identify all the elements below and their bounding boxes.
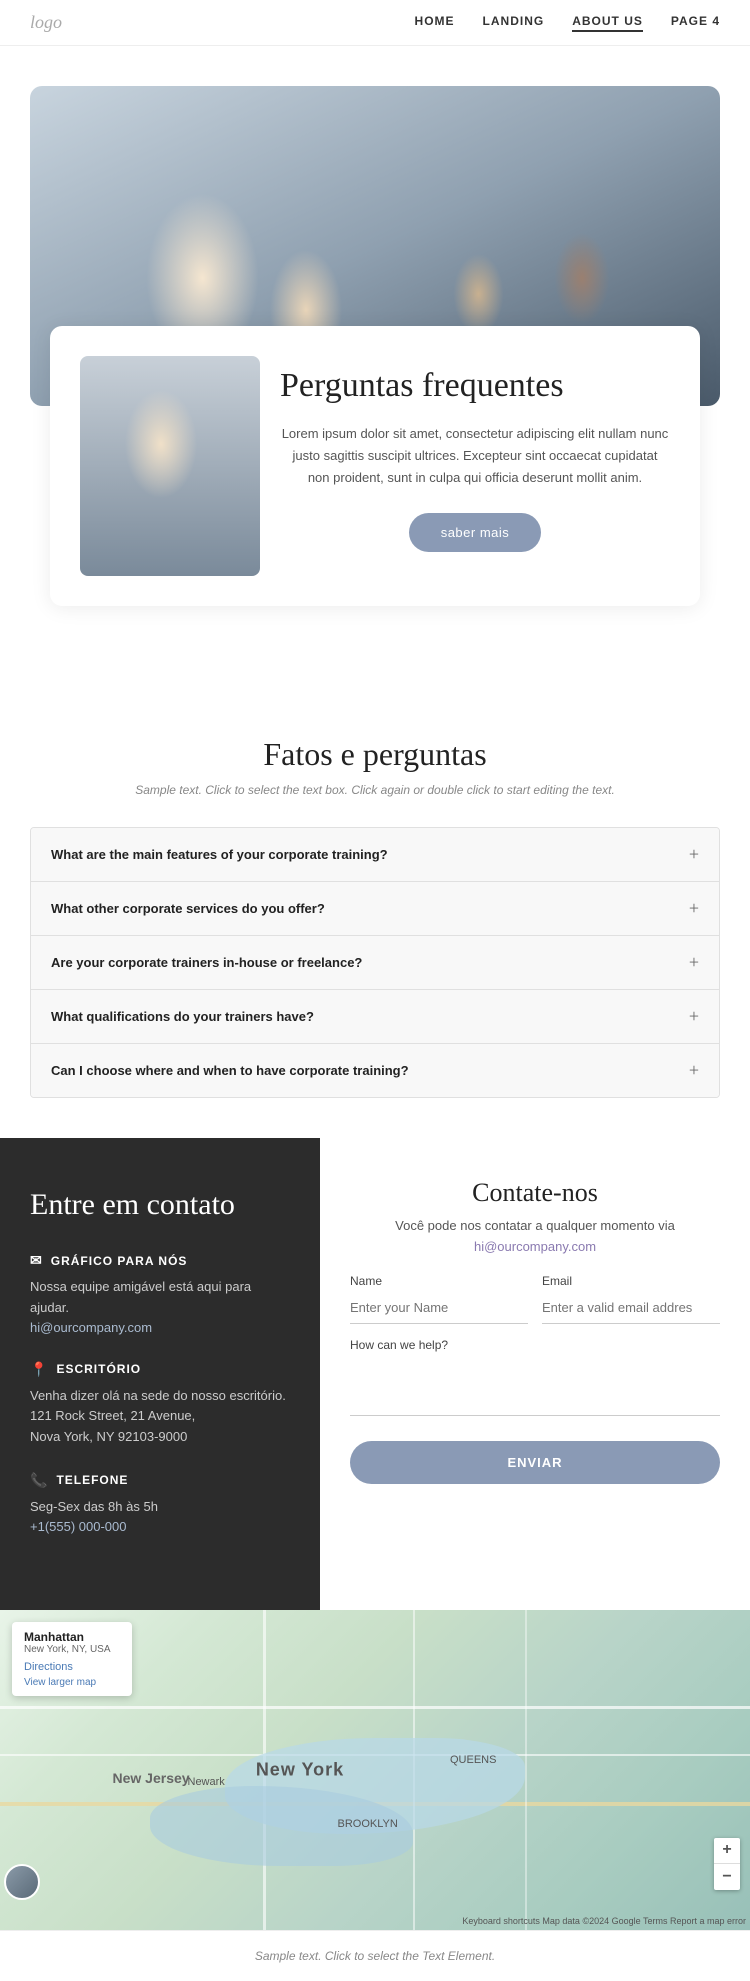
contact-phone-item: 📞 TELEFONE Seg-Sex das 8h às 5h +1(555) … <box>30 1472 290 1536</box>
hero-cta-button[interactable]: saber mais <box>409 513 542 552</box>
map-road <box>0 1706 750 1709</box>
map-copyright: Keyboard shortcuts Map data ©2024 Google… <box>462 1916 746 1926</box>
faq-expand-icon-5: + <box>689 1060 699 1081</box>
contact-help-group: How can we help? <box>350 1338 720 1421</box>
contact-phone-number[interactable]: +1(555) 000-000 <box>30 1519 127 1534</box>
faq-expand-icon-4: + <box>689 1006 699 1027</box>
faq-question-1: What are the main features of your corpo… <box>51 847 388 862</box>
map-road <box>525 1610 527 1930</box>
map-infobox-title: Manhattan <box>24 1630 120 1644</box>
contact-email-label: Email <box>542 1274 720 1288</box>
faq-item-1[interactable]: What are the main features of your corpo… <box>31 828 719 882</box>
map-zoom-out-button[interactable]: − <box>714 1864 740 1890</box>
footer-text: Sample text. Click to select the Text El… <box>255 1949 495 1963</box>
hero-section: Perguntas frequentes Lorem ipsum dolor s… <box>0 46 750 666</box>
nav-about[interactable]: ABOUT US <box>572 14 643 32</box>
contact-graphic-label: ✉ GRÁFICO PARA NÓS <box>30 1252 290 1269</box>
contact-office-item: 📍 ESCRITÓRIO Venha dizer olá na sede do … <box>30 1361 290 1448</box>
contact-section: Entre em contato ✉ GRÁFICO PARA NÓS Noss… <box>0 1138 750 1610</box>
nav-home[interactable]: HOME <box>415 14 455 32</box>
footer: Sample text. Click to select the Text El… <box>0 1930 750 1981</box>
contact-name-group: Name <box>350 1274 528 1324</box>
faq-list: What are the main features of your corpo… <box>30 827 720 1098</box>
faq-question-5: Can I choose where and when to have corp… <box>51 1063 409 1078</box>
faq-question-2: What other corporate services do you off… <box>51 901 325 916</box>
hero-small-photo <box>80 356 260 576</box>
contact-name-label: Name <box>350 1274 528 1288</box>
faq-expand-icon-2: + <box>689 898 699 919</box>
faq-item-4[interactable]: What qualifications do your trainers hav… <box>31 990 719 1044</box>
envelope-icon: ✉ <box>30 1252 43 1269</box>
contact-office-text: Venha dizer olá na sede do nosso escritó… <box>30 1386 290 1448</box>
faq-section: Fatos e perguntas Sample text. Click to … <box>0 666 750 1138</box>
map-infobox-subtitle: New York, NY, USA <box>24 1644 120 1655</box>
contact-left: Entre em contato ✉ GRÁFICO PARA NÓS Noss… <box>0 1138 320 1610</box>
hero-text: Perguntas frequentes Lorem ipsum dolor s… <box>280 356 670 552</box>
contact-name-email-row: Name Email <box>350 1274 720 1324</box>
faq-item-3[interactable]: Are your corporate trainers in-house or … <box>31 936 719 990</box>
map-label-nj: New Jersey <box>113 1770 190 1786</box>
contact-submit-button[interactable]: ENVIAR <box>350 1441 720 1484</box>
contact-form-panel: Contate-nos Você pode nos contatar a qua… <box>320 1138 750 1610</box>
hero-title: Perguntas frequentes <box>280 366 670 407</box>
map-label-queens: QUEENS <box>450 1754 496 1766</box>
map-view-larger[interactable]: View larger map <box>24 1677 120 1688</box>
contact-phone-label: 📞 TELEFONE <box>30 1472 290 1489</box>
nav-landing[interactable]: LANDING <box>483 14 545 32</box>
faq-item-2[interactable]: What other corporate services do you off… <box>31 882 719 936</box>
phone-icon: 📞 <box>30 1472 48 1489</box>
faq-question-4: What qualifications do your trainers hav… <box>51 1009 314 1024</box>
map-zoom-in-button[interactable]: + <box>714 1838 740 1864</box>
map-label-newark: Newark <box>188 1776 225 1788</box>
contact-right-email[interactable]: hi@ourcompany.com <box>350 1239 720 1254</box>
contact-phone-hours: Seg-Sex das 8h às 5h <box>30 1497 290 1518</box>
hero-content-box: Perguntas frequentes Lorem ipsum dolor s… <box>50 326 700 606</box>
map-directions-button[interactable]: Directions <box>24 1661 120 1673</box>
faq-expand-icon-3: + <box>689 952 699 973</box>
map-section: New York New Jersey BROOKLYN QUEENS Newa… <box>0 1610 750 1930</box>
map-label-brooklyn: BROOKLYN <box>338 1818 398 1830</box>
nav-page4[interactable]: PAGE 4 <box>671 14 720 32</box>
faq-item-5[interactable]: Can I choose where and when to have corp… <box>31 1044 719 1097</box>
contact-office-label: 📍 ESCRITÓRIO <box>30 1361 290 1378</box>
map-label-newyork: New York <box>256 1759 344 1780</box>
contact-help-label: How can we help? <box>350 1338 720 1352</box>
contact-right-subtitle: Você pode nos contatar a qualquer moment… <box>350 1218 720 1233</box>
hero-description: Lorem ipsum dolor sit amet, consectetur … <box>280 423 670 489</box>
map-infobox: Manhattan New York, NY, USA Directions V… <box>12 1622 132 1696</box>
logo[interactable]: logo <box>30 12 62 33</box>
contact-graphic-text: Nossa equipe amigável está aqui para aju… <box>30 1277 290 1319</box>
nav-links: HOME LANDING ABOUT US PAGE 4 <box>415 14 720 32</box>
contact-email-group: Email <box>542 1274 720 1324</box>
contact-graphic-item: ✉ GRÁFICO PARA NÓS Nossa equipe amigável… <box>30 1252 290 1337</box>
contact-left-title: Entre em contato <box>30 1188 290 1222</box>
contact-right-title: Contate-nos <box>350 1178 720 1208</box>
map-zoom-controls: + − <box>714 1838 740 1890</box>
contact-help-input[interactable] <box>350 1356 720 1416</box>
contact-email-input[interactable] <box>542 1292 720 1324</box>
location-icon: 📍 <box>30 1361 48 1378</box>
faq-title: Fatos e perguntas <box>30 736 720 773</box>
contact-graphic-email[interactable]: hi@ourcompany.com <box>30 1320 152 1335</box>
contact-name-input[interactable] <box>350 1292 528 1324</box>
map-street-view-thumbnail[interactable] <box>4 1864 40 1900</box>
faq-subtitle: Sample text. Click to select the text bo… <box>30 783 720 797</box>
faq-question-3: Are your corporate trainers in-house or … <box>51 955 362 970</box>
navigation: logo HOME LANDING ABOUT US PAGE 4 <box>0 0 750 46</box>
faq-expand-icon-1: + <box>689 844 699 865</box>
